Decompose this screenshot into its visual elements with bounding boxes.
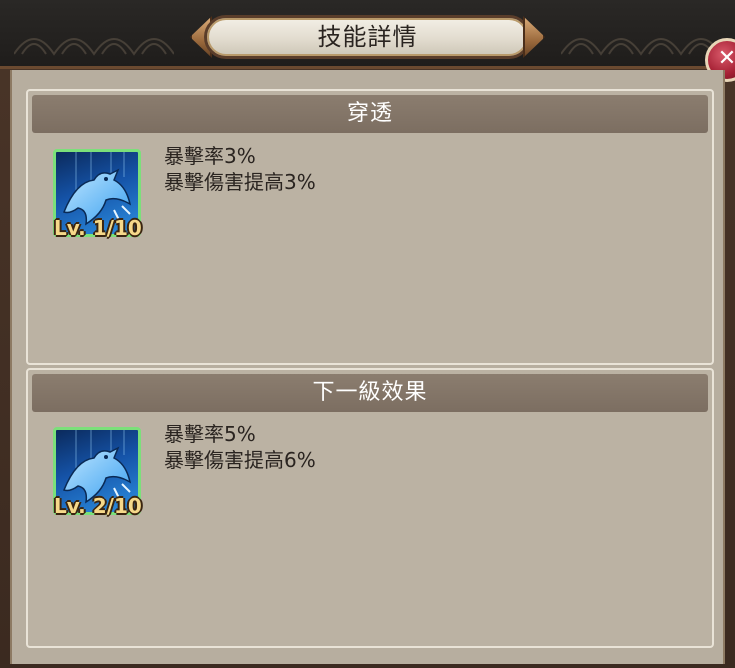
next-effects-list: 暴擊率5% 暴擊傷害提高6% <box>164 421 316 473</box>
close-icon: ✕ <box>717 46 735 71</box>
content-panel: 穿透 Lv. 1/10 暴擊率3% 暴擊傷害提高3% 下一級效果 Lv. 2/1… <box>10 70 725 664</box>
current-effects-list: 暴擊率3% 暴擊傷害提高3% <box>164 143 316 195</box>
wave-ornament-left <box>14 38 174 56</box>
skill-detail-dialog: 技能詳情 ✕ 穿透 Lv. 1/10 暴擊率3% 暴擊傷害提高3% 下一級效果 … <box>0 0 735 668</box>
next-level-section: 下一級效果 Lv. 2/10 暴擊率5% 暴擊傷害提高6% <box>26 368 714 648</box>
blue-bird-skill-icon[interactable]: Lv. 1/10 <box>53 149 142 240</box>
section-header-current: 穿透 <box>32 95 708 133</box>
effect-line: 暴擊率3% <box>164 144 256 168</box>
blue-bird-skill-icon[interactable]: Lv. 2/10 <box>53 427 142 518</box>
effect-line: 暴擊率5% <box>164 422 256 446</box>
dialog-title: 技能詳情 <box>317 23 418 51</box>
effect-line: 暴擊傷害提高3% <box>164 170 316 194</box>
title-plate: 技能詳情 <box>190 12 545 62</box>
effect-line: 暴擊傷害提高6% <box>164 448 316 472</box>
wave-ornament-right <box>561 38 721 56</box>
skill-level-label: Lv. 2/10 <box>54 494 142 518</box>
current-skill-section: 穿透 Lv. 1/10 暴擊率3% 暴擊傷害提高3% <box>26 89 714 365</box>
title-bar: 技能詳情 <box>0 0 735 69</box>
skill-level-label: Lv. 1/10 <box>54 216 142 240</box>
section-header-next: 下一級效果 <box>32 374 708 412</box>
